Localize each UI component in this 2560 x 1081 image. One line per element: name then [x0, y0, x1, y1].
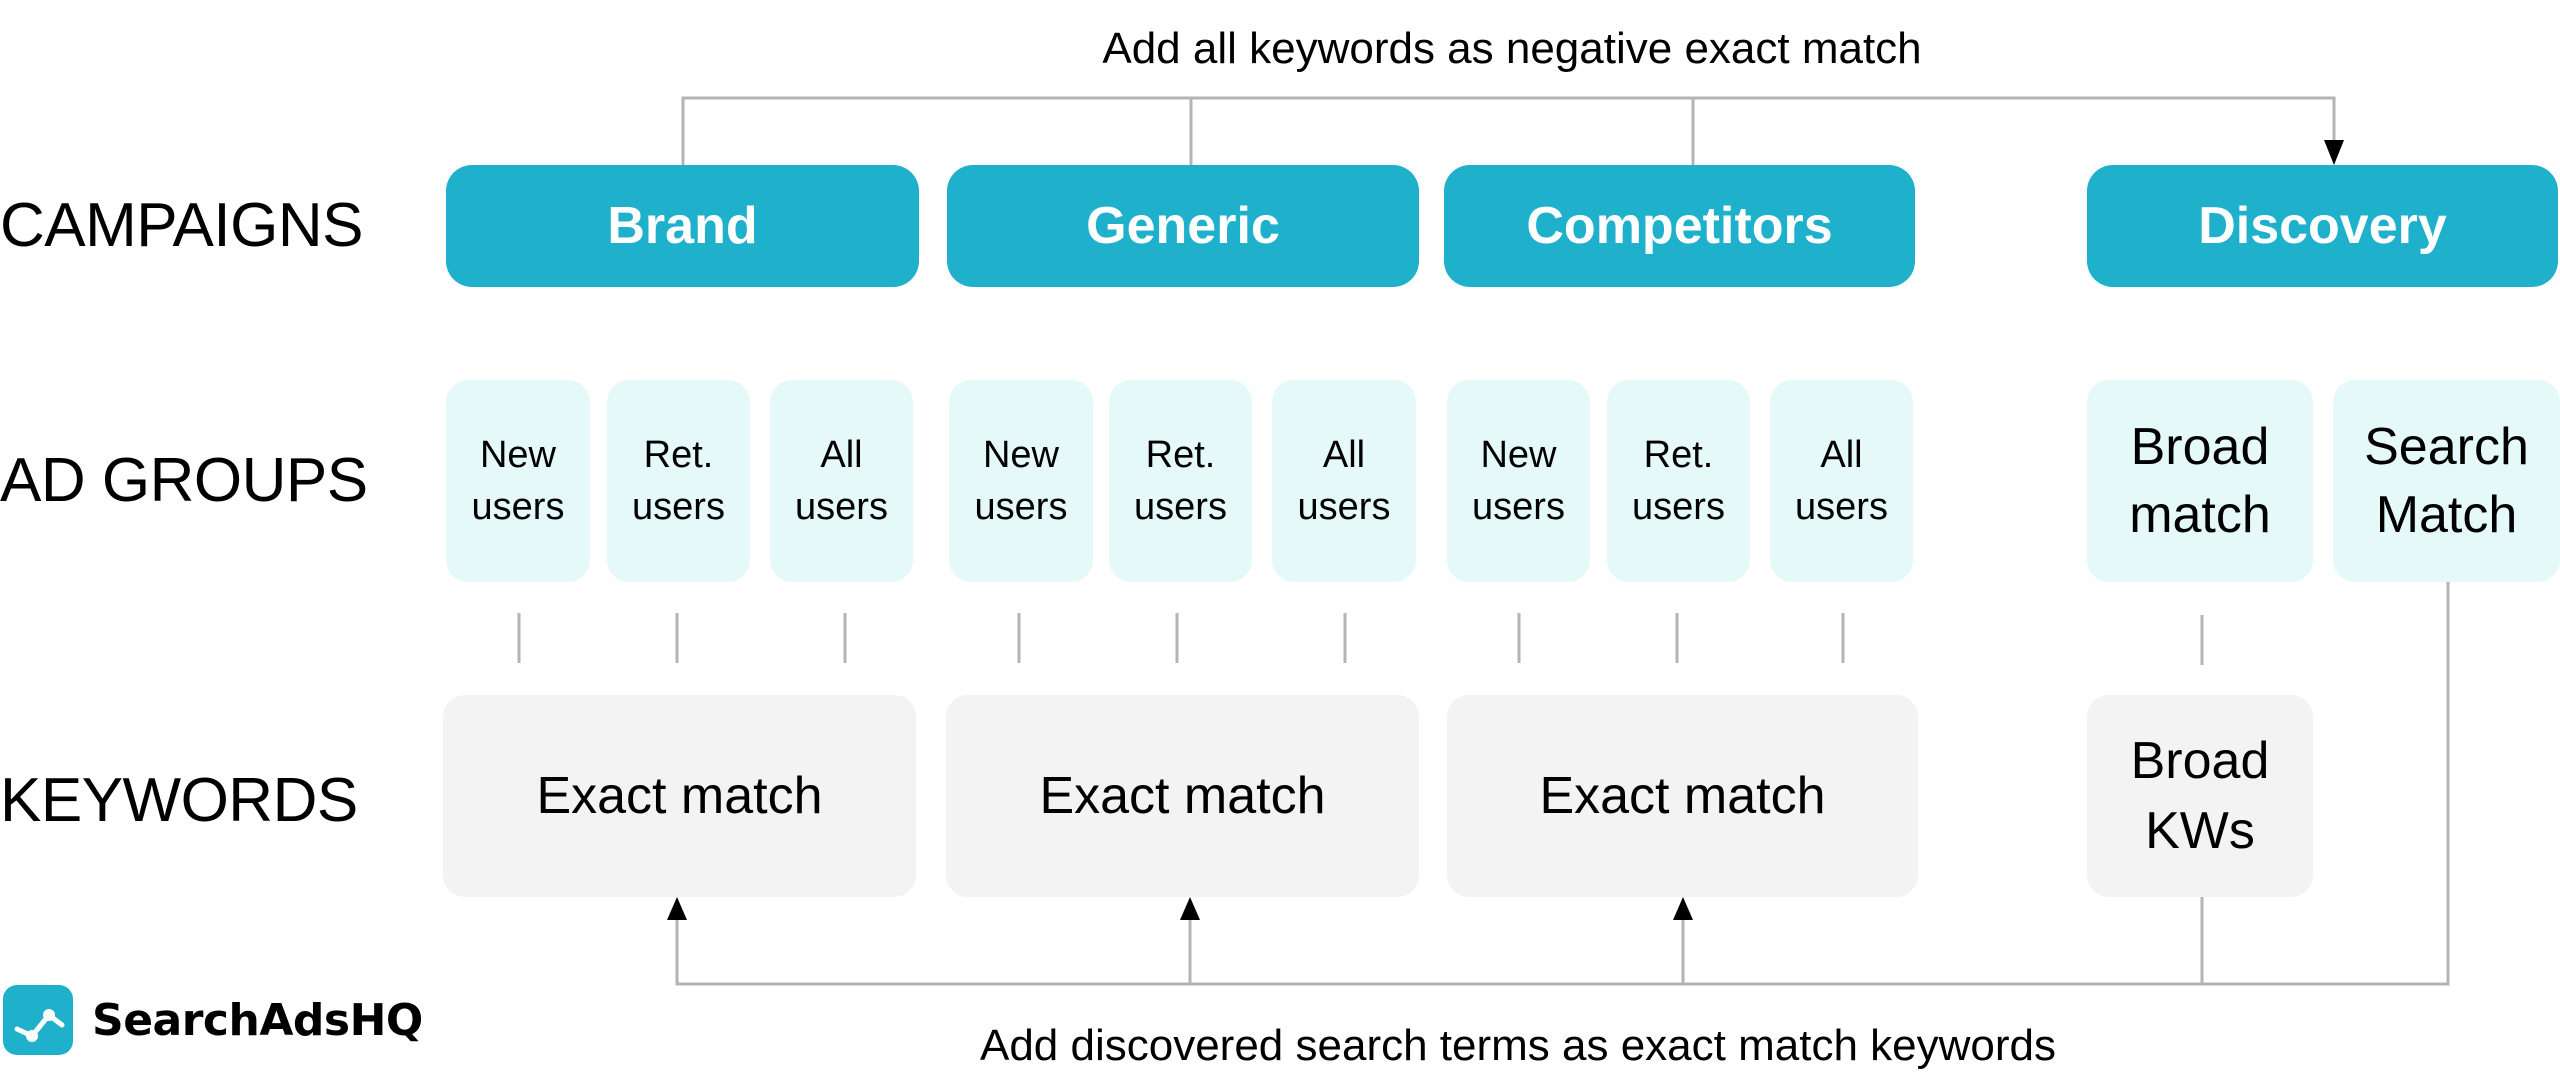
adgroup-generic-all-users[interactable]: All users [1272, 380, 1416, 582]
top-annotation: Add all keywords as negative exact match [1102, 24, 1922, 73]
brand-name: SearchAdsHQ [92, 994, 423, 1046]
negative-keyword-bus [681, 96, 2336, 165]
arrow-up-competitors-kw-icon [1673, 897, 1693, 920]
brand-logo: SearchAdsHQ [0, 983, 423, 1057]
adgroup-discovery-search-match[interactable]: Search Match [2333, 380, 2560, 582]
adgroup-competitors-all-users[interactable]: All users [1770, 380, 1913, 582]
campaign-brand[interactable]: Brand [446, 165, 919, 287]
adgroup-brand-new-users[interactable]: New users [446, 380, 590, 582]
adgroup-generic-ret-users[interactable]: Ret. users [1109, 380, 1252, 582]
campaign-competitors[interactable]: Competitors [1444, 165, 1915, 287]
keywords-generic-exact-match[interactable]: Exact match [946, 695, 1419, 897]
arrow-up-generic-kw-icon [1180, 897, 1200, 920]
row-label-keywords: KEYWORDS [0, 766, 358, 835]
arrow-down-discovery-icon [2324, 140, 2344, 165]
adgroup-competitors-new-users[interactable]: New users [1447, 380, 1590, 582]
bottom-annotation: Add discovered search terms as exact mat… [979, 1021, 2056, 1070]
adgroup-discovery-broad-match[interactable]: Broad match [2087, 380, 2313, 582]
adgroup-competitors-ret-users[interactable]: Ret. users [1607, 380, 1750, 582]
row-label-ad-groups: AD GROUPS [0, 446, 368, 515]
keywords-discovery-broad-kws[interactable]: Broad KWs [2087, 695, 2313, 897]
chart-line-icon [3, 985, 73, 1055]
keywords-brand-exact-match[interactable]: Exact match [443, 695, 916, 897]
campaign-discovery[interactable]: Discovery [2087, 165, 2558, 287]
keywords-competitors-exact-match[interactable]: Exact match [1447, 695, 1918, 897]
adgroup-brand-all-users[interactable]: All users [770, 380, 913, 582]
arrow-up-brand-kw-icon [667, 897, 687, 920]
campaign-generic[interactable]: Generic [947, 165, 1419, 287]
row-label-campaigns: CAMPAIGNS [0, 191, 363, 260]
adgroup-brand-ret-users[interactable]: Ret. users [607, 380, 750, 582]
adgroup-generic-new-users[interactable]: New users [949, 380, 1093, 582]
